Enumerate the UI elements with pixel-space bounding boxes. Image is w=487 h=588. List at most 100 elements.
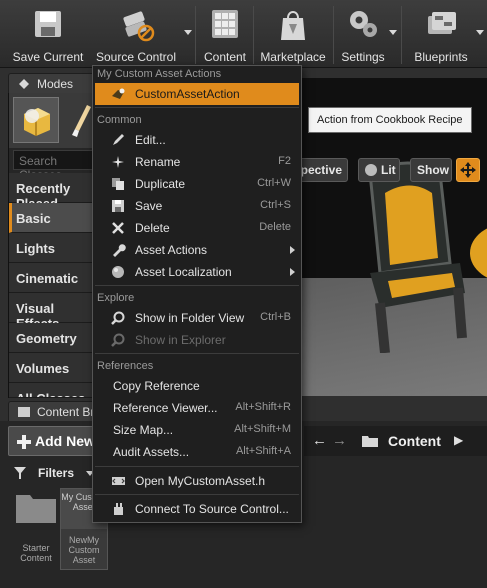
- category-lights[interactable]: Lights: [9, 233, 99, 263]
- menu-item-shortcut: Alt+Shift+R: [235, 401, 291, 413]
- filter-icon: [14, 467, 26, 479]
- menu-item-rename[interactable]: Rename F2: [95, 151, 299, 173]
- filters-button[interactable]: Filters: [8, 463, 98, 483]
- menu-item-label: Open MyCustomAsset.h: [135, 474, 266, 488]
- menu-item-edit[interactable]: Edit...: [95, 129, 299, 151]
- code-file-icon: [112, 477, 125, 485]
- source-control-chevron-down-icon[interactable]: [184, 30, 192, 35]
- menu-item-show-in-folder-view[interactable]: Show in Folder View Ctrl+B: [95, 307, 299, 329]
- menu-item-asset-actions[interactable]: Asset Actions: [95, 239, 299, 261]
- save-current-button[interactable]: Save Current: [8, 0, 88, 68]
- menu-item-shortcut: F2: [278, 155, 291, 167]
- menu-item-connect-source-control[interactable]: Connect To Source Control...: [95, 498, 299, 520]
- edit-icon: [113, 134, 124, 145]
- menu-item-copy-reference[interactable]: Copy Reference: [95, 375, 299, 397]
- menu-item-open-header[interactable]: Open MyCustomAsset.h: [95, 470, 299, 492]
- section-title-common: Common: [97, 114, 142, 126]
- modes-tab-label: Modes: [37, 77, 74, 91]
- custom-asset-label: NewMy Custom Asset: [68, 535, 100, 565]
- menu-item-duplicate[interactable]: Duplicate Ctrl+W: [95, 173, 299, 195]
- back-arrow-icon[interactable]: ←: [312, 432, 327, 449]
- category-recently-placed[interactable]: Recently Placed: [9, 173, 99, 211]
- blueprints-chevron-down-icon[interactable]: [476, 30, 484, 35]
- toolbar-separator: [253, 6, 254, 64]
- category-volumes[interactable]: Volumes: [9, 353, 99, 383]
- category-basic[interactable]: Basic: [9, 203, 99, 233]
- lit-button[interactable]: Lit: [358, 158, 400, 182]
- mode-selector: [9, 93, 99, 148]
- menu-item-label: Asset Localization: [135, 265, 232, 279]
- submenu-chevron-right-icon: [290, 246, 295, 254]
- menu-item-custom-asset-action[interactable]: CustomAssetAction: [95, 83, 299, 105]
- show-button[interactable]: Show: [410, 158, 452, 182]
- menu-item-delete[interactable]: Delete Delete: [95, 217, 299, 239]
- path-chevron-right-icon[interactable]: ▶: [454, 433, 463, 447]
- translate-tool-button[interactable]: [456, 158, 480, 182]
- category-visual-effects[interactable]: Visual Effects: [9, 293, 99, 331]
- menu-item-shortcut: Alt+Shift+A: [235, 445, 291, 457]
- menu-item-label: Asset Actions: [135, 243, 208, 257]
- content-grid-icon: [212, 10, 238, 38]
- menu-divider: [95, 285, 299, 286]
- folder-icon: [362, 436, 378, 447]
- menu-item-label: Size Map...: [113, 423, 174, 437]
- marketplace-button[interactable]: Marketplace: [256, 0, 330, 68]
- gears-icon: [350, 11, 377, 37]
- settings-button[interactable]: Settings: [336, 0, 390, 68]
- category-geometry[interactable]: Geometry: [9, 323, 99, 353]
- magnifier-icon: [111, 333, 125, 347]
- category-cinematic[interactable]: Cinematic: [9, 263, 99, 293]
- action-tooltip: Action from Cookbook Recipe: [308, 107, 472, 133]
- menu-divider: [95, 353, 299, 354]
- menu-item-show-in-explorer[interactable]: Show in Explorer: [95, 329, 299, 351]
- path-segment-content[interactable]: Content: [388, 433, 441, 449]
- globe-icon: [112, 266, 124, 278]
- menu-item-save[interactable]: Save Ctrl+S: [95, 195, 299, 217]
- menu-item-label: Reference Viewer...: [113, 401, 218, 415]
- search-classes-input[interactable]: Search Classes: [13, 150, 99, 182]
- settings-label: Settings: [341, 50, 385, 64]
- menu-item-size-map[interactable]: Size Map... Alt+Shift+M: [95, 419, 299, 441]
- blueprints-icon: [428, 12, 456, 34]
- category-all-classes[interactable]: All Classes: [9, 383, 99, 398]
- menu-item-shortcut: Ctrl+B: [260, 311, 291, 323]
- perspective-button[interactable]: Perspective: [300, 158, 348, 182]
- menu-item-label: Save: [135, 199, 163, 213]
- toolbar-separator: [195, 6, 196, 64]
- content-button[interactable]: Content: [199, 0, 251, 68]
- perspective-label: Perspective: [300, 163, 342, 177]
- blueprints-button[interactable]: Blueprints: [407, 0, 475, 68]
- menu-item-label: Copy Reference: [113, 379, 200, 393]
- filters-label: Filters: [38, 466, 75, 480]
- place-mode-button[interactable]: [13, 97, 59, 143]
- content-browser-tab[interactable]: Content Browser: [8, 401, 98, 421]
- menu-item-label: Edit...: [135, 133, 166, 147]
- menu-item-label: CustomAssetAction: [135, 87, 240, 101]
- menu-item-asset-localization[interactable]: Asset Localization: [95, 261, 299, 283]
- section-title-explore: Explore: [97, 292, 135, 304]
- folder-icon: [16, 495, 56, 523]
- save-current-label: Save Current: [12, 50, 84, 64]
- path-navigation-bar: ← → Content ▶: [304, 426, 487, 456]
- settings-chevron-down-icon[interactable]: [389, 30, 397, 35]
- starter-content-folder[interactable]: Starter Content: [12, 487, 60, 563]
- show-label: Show: [417, 163, 449, 177]
- blueprints-label: Blueprints: [414, 50, 468, 64]
- brush-icon: [72, 105, 91, 137]
- rename-icon: [112, 156, 124, 168]
- source-control-button[interactable]: Source Control: [92, 0, 180, 68]
- menu-item-reference-viewer[interactable]: Reference Viewer... Alt+Shift+R: [95, 397, 299, 419]
- content-label: Content: [203, 50, 247, 64]
- submenu-chevron-right-icon: [290, 268, 295, 276]
- menu-item-shortcut: Alt+Shift+M: [234, 423, 291, 435]
- forward-arrow-icon[interactable]: →: [332, 432, 347, 449]
- add-new-button[interactable]: Add New: [8, 426, 98, 456]
- menu-divider: [95, 494, 299, 495]
- source-control-icon: [123, 11, 155, 42]
- source-control-label: Source Control: [95, 50, 177, 64]
- menu-item-audit-assets[interactable]: Audit Assets... Alt+Shift+A: [95, 441, 299, 463]
- lit-label: Lit: [381, 163, 396, 177]
- lit-sphere-icon: [365, 164, 377, 176]
- menu-item-label: Delete: [135, 221, 170, 235]
- content-browser-tab-label: Content Browser: [37, 405, 97, 419]
